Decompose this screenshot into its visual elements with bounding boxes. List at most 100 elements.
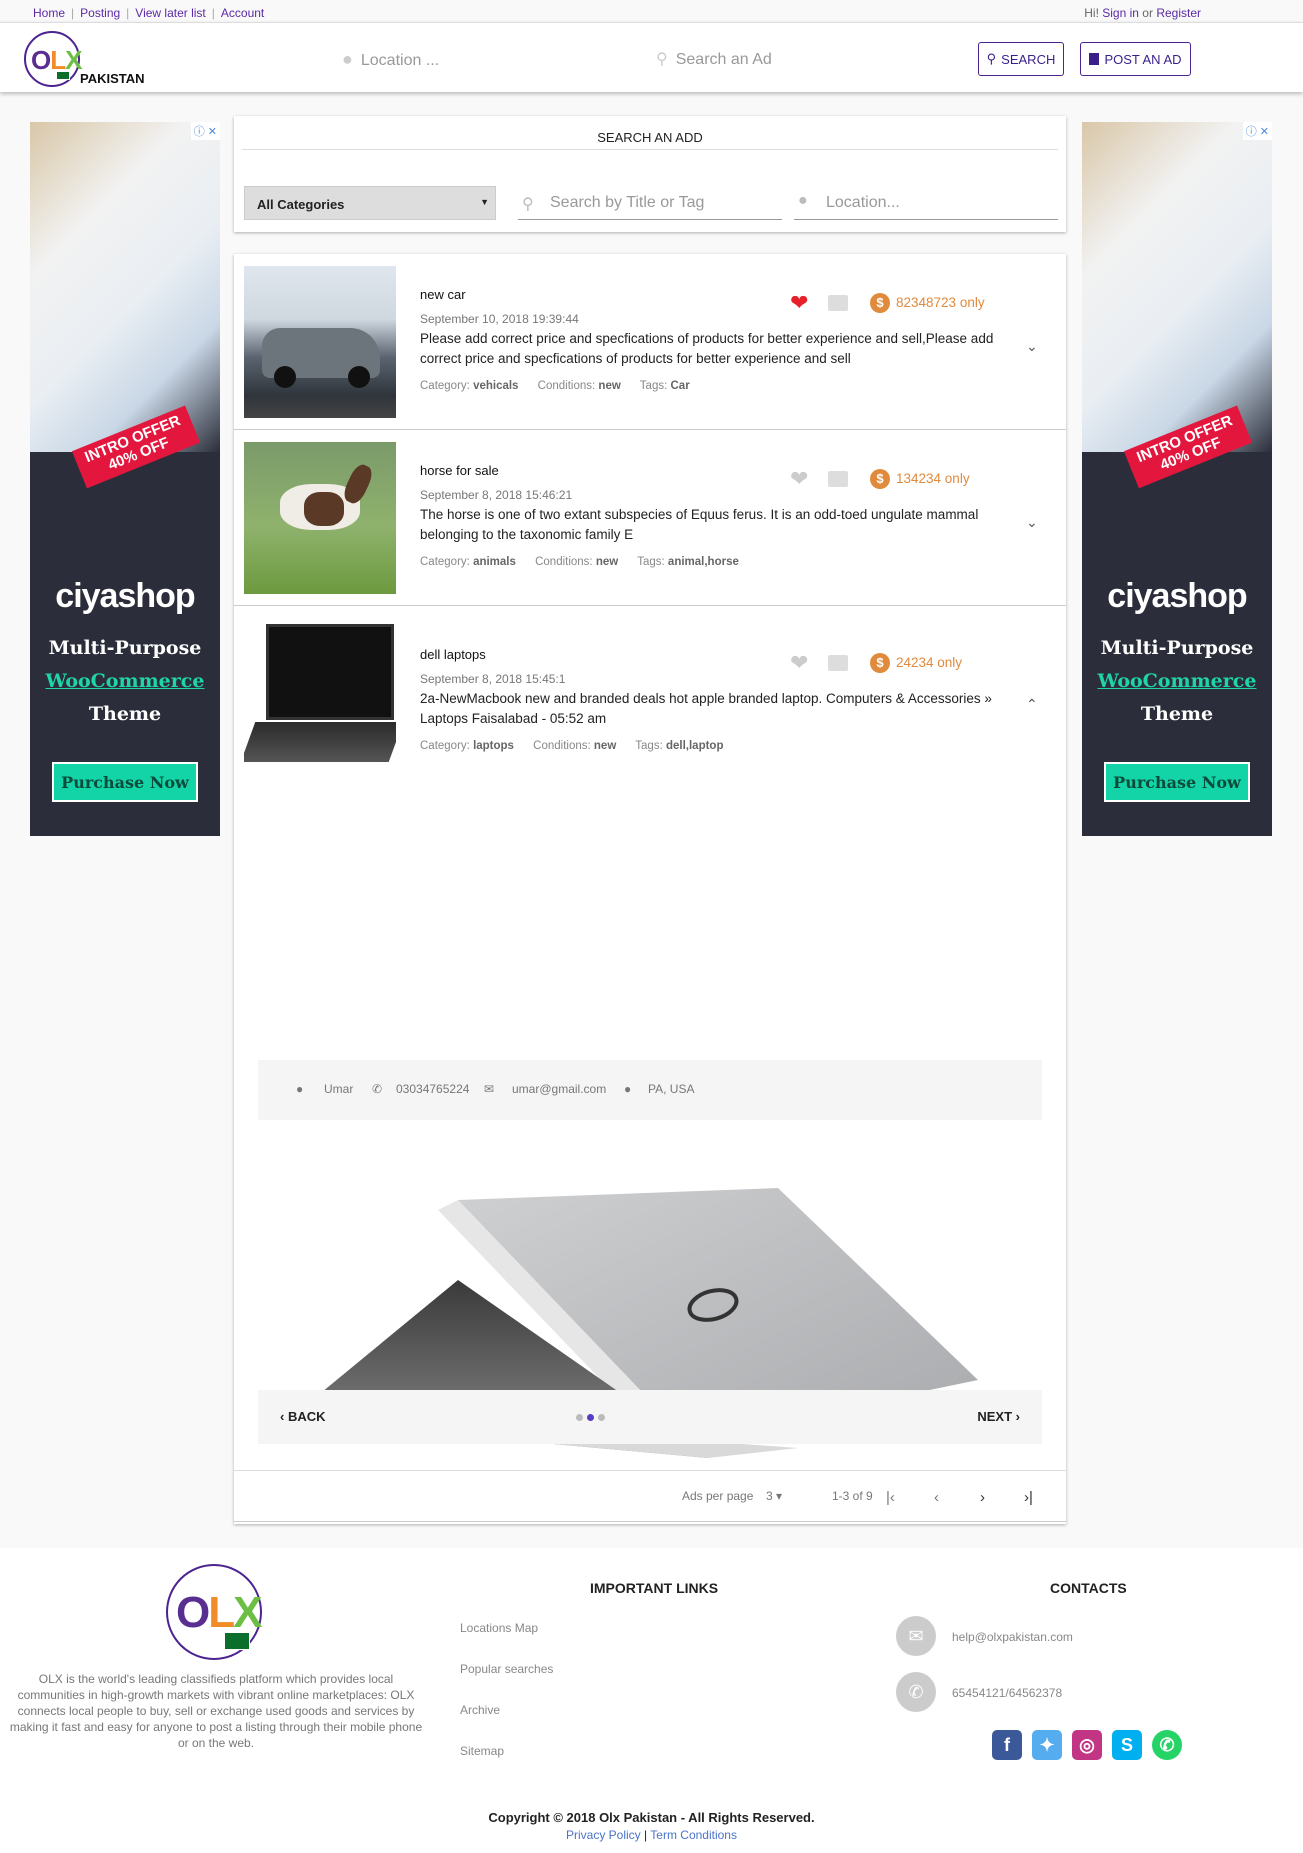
location-pin-icon: ● bbox=[342, 49, 353, 69]
seller-name: Umar bbox=[324, 1082, 354, 1096]
register-link[interactable]: Register bbox=[1156, 6, 1201, 20]
account-link[interactable]: Account bbox=[221, 6, 264, 20]
carousel-dot[interactable] bbox=[598, 1414, 605, 1421]
contact-phone[interactable]: 65454121/64562378 bbox=[952, 1686, 1062, 1700]
footer-olx-logo[interactable]: OLX bbox=[166, 1564, 263, 1660]
listing-description: Please add correct price and specficatio… bbox=[420, 331, 994, 366]
dollar-icon: $ bbox=[870, 293, 890, 313]
sitemap-link[interactable]: Sitemap bbox=[460, 1744, 504, 1758]
signin-link[interactable]: Sign in bbox=[1102, 6, 1139, 20]
chat-icon[interactable] bbox=[828, 471, 848, 487]
chevron-down-icon[interactable]: ⌄ bbox=[1026, 514, 1038, 531]
listing-title[interactable]: horse for sale bbox=[420, 463, 499, 478]
seller-location: PA, USA bbox=[648, 1082, 695, 1096]
chat-icon[interactable] bbox=[828, 655, 848, 671]
header: OLX PAKISTAN ● Location ... ⚲ Search an Ad… bbox=[0, 22, 1303, 92]
carousel-nav: ‹ BACK NEXT › bbox=[258, 1390, 1042, 1444]
back-button[interactable]: ‹ BACK bbox=[280, 1409, 326, 1424]
heart-icon[interactable]: ❤ bbox=[790, 650, 808, 676]
listing-row[interactable]: horse for sale September 8, 2018 15:46:2… bbox=[234, 430, 1066, 606]
locations-map-link[interactable]: Locations Map bbox=[460, 1621, 538, 1635]
ad-collage-image bbox=[30, 122, 220, 452]
ad-collage-image bbox=[1082, 122, 1272, 452]
pakistan-flag-icon bbox=[56, 71, 70, 80]
listing-price: 134234 only bbox=[896, 471, 970, 486]
listing-image-horse[interactable] bbox=[244, 442, 396, 594]
header-location-input[interactable]: ● Location ... bbox=[342, 49, 439, 70]
adchoices-icon[interactable]: ⓘ ✕ bbox=[190, 122, 220, 140]
skype-icon[interactable]: S bbox=[1112, 1730, 1142, 1760]
heart-icon[interactable]: ❤ bbox=[790, 466, 808, 492]
post-ad-button[interactable]: POST AN AD bbox=[1080, 42, 1191, 76]
ad-line3: Theme bbox=[1140, 703, 1214, 725]
listing-description: The horse is one of two extant subspecie… bbox=[420, 507, 979, 542]
listing-row-expanded[interactable]: dell laptops September 8, 2018 15:45:1 2… bbox=[234, 606, 1066, 1522]
terms-link[interactable]: Term Conditions bbox=[650, 1828, 737, 1842]
pagination-bar: Ads per page 3 ▾ 1-3 of 9 |‹ ‹ › ›| bbox=[234, 1470, 1066, 1520]
listing-image-car[interactable] bbox=[244, 266, 396, 418]
popular-searches-link[interactable]: Popular searches bbox=[460, 1662, 553, 1676]
carousel-dot[interactable] bbox=[576, 1414, 583, 1421]
listing-meta: Category: vehicals Conditions: new Tags:… bbox=[420, 380, 690, 392]
country-label: PAKISTAN bbox=[80, 71, 145, 86]
listings-card: new car September 10, 2018 19:39:44 Plea… bbox=[234, 254, 1066, 1524]
listing-meta: Category: laptops Conditions: new Tags: … bbox=[420, 740, 724, 752]
privacy-policy-link[interactable]: Privacy Policy bbox=[566, 1828, 641, 1842]
seller-email[interactable]: umar@gmail.com bbox=[512, 1082, 606, 1096]
chevron-left-icon: ‹ bbox=[280, 1409, 288, 1424]
page-range: 1-3 of 9 bbox=[832, 1489, 873, 1503]
ads-per-page-select[interactable]: 3 ▾ bbox=[766, 1489, 782, 1503]
chevron-down-icon[interactable]: ⌄ bbox=[1026, 338, 1038, 355]
contacts-title: CONTACTS bbox=[1050, 1580, 1127, 1596]
next-page-icon[interactable]: › bbox=[980, 1489, 985, 1506]
instagram-icon[interactable]: ◎ bbox=[1072, 1730, 1102, 1760]
ad-line1: Multi-Purpose bbox=[1100, 637, 1254, 659]
twitter-icon[interactable]: ✦ bbox=[1032, 1730, 1062, 1760]
location-pin-icon: ● bbox=[624, 1082, 632, 1096]
left-ad-banner[interactable]: ⓘ ✕ INTRO OFFER 40% OFF ciyashop Multi-Pu… bbox=[30, 122, 220, 836]
title-tag-search-input[interactable]: ⚲ Search by Title or Tag bbox=[518, 186, 782, 220]
caret-down-icon: ▼ bbox=[480, 197, 489, 207]
home-link[interactable]: Home bbox=[33, 6, 65, 20]
seller-phone[interactable]: 03034765224 bbox=[396, 1082, 469, 1096]
listing-date: September 8, 2018 15:45:1 bbox=[420, 672, 566, 686]
search-button[interactable]: ⚲ SEARCH bbox=[978, 42, 1064, 76]
location-search-input[interactable]: ● Location... bbox=[794, 186, 1058, 220]
first-page-icon[interactable]: |‹ bbox=[886, 1489, 895, 1506]
chevron-up-icon[interactable]: ⌃ bbox=[1026, 696, 1038, 713]
important-links-title: IMPORTANT LINKS bbox=[590, 1580, 719, 1596]
archive-link[interactable]: Archive bbox=[460, 1703, 500, 1717]
olx-logo[interactable]: OLX bbox=[24, 31, 82, 87]
heart-icon[interactable]: ❤ bbox=[790, 290, 808, 316]
category-select[interactable]: All Categories ▼ bbox=[244, 186, 496, 220]
chat-icon[interactable] bbox=[828, 295, 848, 311]
adchoices-icon[interactable]: ⓘ ✕ bbox=[1242, 122, 1272, 140]
carousel-dot-active[interactable] bbox=[587, 1414, 594, 1421]
listing-price: 24234 only bbox=[896, 655, 963, 670]
mail-icon: ✉ bbox=[484, 1082, 495, 1096]
listing-title[interactable]: dell laptops bbox=[420, 647, 486, 662]
header-search-input[interactable]: ⚲ Search an Ad bbox=[656, 49, 772, 69]
listing-row[interactable]: new car September 10, 2018 19:39:44 Plea… bbox=[234, 254, 1066, 430]
policy-links: Privacy Policy | Term Conditions bbox=[566, 1828, 737, 1842]
view-later-link[interactable]: View later list bbox=[135, 6, 205, 20]
location-pin-icon: ● bbox=[798, 192, 808, 209]
ad-purchase-button[interactable]: Purchase Now bbox=[1104, 762, 1250, 802]
facebook-icon[interactable]: f bbox=[992, 1730, 1022, 1760]
right-ad-banner[interactable]: ⓘ ✕ INTRO OFFER 40% OFF ciyashop Multi-Pu… bbox=[1082, 122, 1272, 836]
listing-image-laptop[interactable] bbox=[244, 618, 396, 770]
greeting: Hi! bbox=[1084, 6, 1099, 20]
prev-page-icon[interactable]: ‹ bbox=[934, 1489, 939, 1506]
posting-link[interactable]: Posting bbox=[80, 6, 120, 20]
listing-meta: Category: animals Conditions: new Tags: … bbox=[420, 556, 739, 568]
search-icon: ⚲ bbox=[986, 51, 997, 66]
document-plus-icon bbox=[1089, 53, 1100, 65]
next-button[interactable]: NEXT › bbox=[977, 1409, 1020, 1424]
or-text: or bbox=[1142, 6, 1153, 20]
listing-title[interactable]: new car bbox=[420, 287, 466, 302]
last-page-icon[interactable]: ›| bbox=[1024, 1489, 1033, 1506]
contact-email[interactable]: help@olxpakistan.com bbox=[952, 1630, 1073, 1644]
ad-purchase-button[interactable]: Purchase Now bbox=[52, 762, 198, 802]
divider bbox=[242, 149, 1058, 150]
whatsapp-icon[interactable]: ✆ bbox=[1152, 1730, 1182, 1760]
